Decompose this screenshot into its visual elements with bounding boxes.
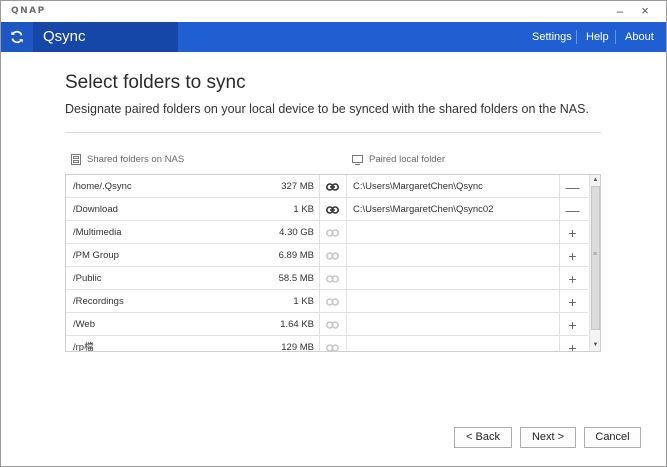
column-divider bbox=[346, 175, 347, 351]
table-row[interactable]: /home/.Qsync 327 MB C:\Users\MargaretChen\… bbox=[66, 175, 588, 198]
table-row[interactable]: /Web 1.64 KB + bbox=[66, 313, 588, 336]
table-row[interactable]: /Recordings 1 KB + bbox=[66, 290, 588, 313]
table-row[interactable]: /Public 58.5 MB + bbox=[66, 267, 588, 290]
folder-size: 58.5 MB bbox=[278, 273, 314, 284]
grip-icon: ≡ bbox=[593, 251, 598, 258]
table-row[interactable]: /Download 1 KB C:\Users\MargaretChen\Qsync… bbox=[66, 198, 588, 221]
sync-icon bbox=[1, 22, 33, 52]
qnap-logo: QNAP bbox=[11, 6, 46, 16]
add-pair-button[interactable]: + bbox=[559, 290, 586, 313]
add-pair-button[interactable]: + bbox=[559, 221, 586, 244]
scroll-down-arrow-icon[interactable]: ▼ bbox=[590, 340, 600, 351]
table-row[interactable]: /rp檔 129 MB + bbox=[66, 336, 588, 352]
cancel-button[interactable]: Cancel bbox=[584, 427, 641, 448]
add-pair-button[interactable]: + bbox=[559, 336, 586, 352]
minimize-button[interactable]: – bbox=[609, 3, 631, 19]
folder-size: 1.64 KB bbox=[280, 319, 314, 330]
column-label-local: Paired local folder bbox=[369, 154, 446, 165]
scroll-thumb[interactable]: ≡ bbox=[591, 186, 600, 330]
divider bbox=[65, 132, 601, 133]
qsync-window: QNAP – × Qsync Settings Help About Selec… bbox=[0, 0, 667, 467]
folder-table: /home/.Qsync 327 MB C:\Users\MargaretChen\… bbox=[65, 174, 601, 352]
table-row[interactable]: /PM Group 6.89 MB + bbox=[66, 244, 588, 267]
nas-folder-name: /Download bbox=[73, 204, 118, 215]
app-name: Qsync bbox=[43, 28, 86, 45]
folder-size: 1 KB bbox=[293, 296, 314, 307]
folder-size: 4.30 GB bbox=[279, 227, 314, 238]
menu-help[interactable]: Help bbox=[586, 22, 609, 52]
unlinked-icon bbox=[319, 313, 346, 336]
scroll-up-arrow-icon[interactable]: ▲ bbox=[590, 175, 600, 186]
nas-folder-name: /Web bbox=[73, 319, 96, 330]
menu-settings[interactable]: Settings bbox=[532, 22, 572, 52]
folder-size: 6.89 MB bbox=[278, 250, 314, 261]
page-title: Select folders to sync bbox=[65, 72, 246, 93]
column-header-local: Paired local folder bbox=[352, 154, 445, 165]
column-label-nas: Shared folders on NAS bbox=[87, 154, 185, 165]
folder-size: 1 KB bbox=[293, 204, 314, 215]
nas-folder-name: /PM Group bbox=[73, 250, 119, 261]
nas-folder-name: /rp檔 bbox=[73, 342, 94, 352]
table-row[interactable]: /Multimedia 4.30 GB + bbox=[66, 221, 588, 244]
unlinked-icon bbox=[319, 267, 346, 290]
menu-divider bbox=[576, 30, 577, 44]
column-divider bbox=[319, 175, 320, 351]
add-pair-button[interactable]: + bbox=[559, 244, 586, 267]
link-icon bbox=[319, 175, 346, 198]
nas-folder-name: /home/.Qsync bbox=[73, 181, 132, 192]
column-divider bbox=[559, 175, 560, 351]
next-button[interactable]: Next > bbox=[520, 427, 576, 448]
unlinked-icon bbox=[319, 221, 346, 244]
title-bar: QNAP – × bbox=[1, 1, 666, 22]
unlinked-icon bbox=[319, 290, 346, 313]
add-pair-button[interactable]: + bbox=[559, 313, 586, 336]
column-header-nas: Shared folders on NAS bbox=[71, 154, 184, 165]
close-button[interactable]: × bbox=[634, 3, 656, 19]
table-scrollbar[interactable]: ▲ ≡ ▼ bbox=[589, 175, 600, 351]
app-name-panel: Qsync bbox=[33, 22, 178, 52]
folder-size: 327 MB bbox=[281, 181, 314, 192]
menu-about[interactable]: About bbox=[625, 22, 654, 52]
remove-pair-button[interactable]: — bbox=[559, 198, 586, 221]
menu-divider bbox=[615, 30, 616, 44]
monitor-icon bbox=[352, 154, 363, 165]
nas-folder-name: /Multimedia bbox=[73, 227, 122, 238]
add-pair-button[interactable]: + bbox=[559, 267, 586, 290]
nas-icon bbox=[71, 154, 81, 165]
nas-folder-name: /Recordings bbox=[73, 296, 124, 307]
link-icon bbox=[319, 198, 346, 221]
local-folder-path: C:\Users\MargaretChen\Qsync bbox=[353, 181, 483, 192]
local-folder-path: C:\Users\MargaretChen\Qsync02 bbox=[353, 204, 494, 215]
unlinked-icon bbox=[319, 244, 346, 267]
unlinked-icon bbox=[319, 336, 346, 351]
app-header: Qsync Settings Help About bbox=[1, 22, 666, 52]
back-button[interactable]: < Back bbox=[454, 427, 512, 448]
remove-pair-button[interactable]: — bbox=[559, 175, 586, 198]
nas-folder-name: /Public bbox=[73, 273, 102, 284]
folder-size: 129 MB bbox=[281, 342, 314, 352]
page-description: Designate paired folders on your local d… bbox=[65, 102, 589, 116]
